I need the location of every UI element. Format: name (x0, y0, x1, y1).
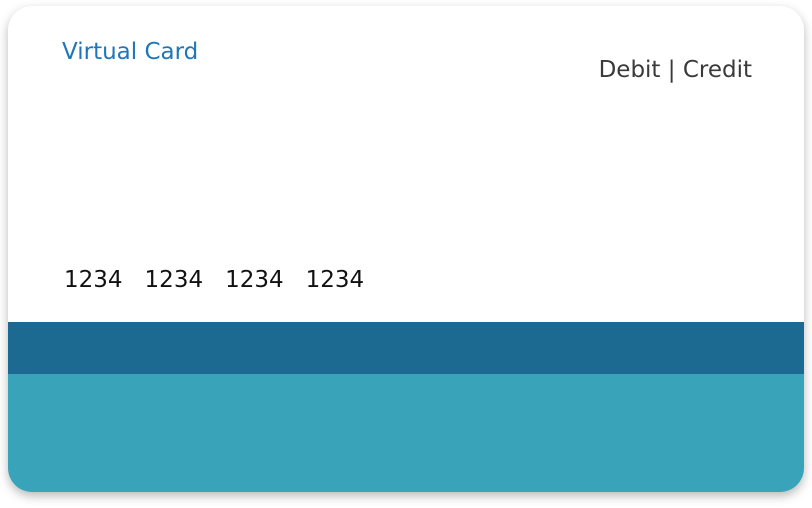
card-number-group-2: 1234 (144, 267, 204, 293)
card-number-group-1: 1234 (64, 267, 123, 293)
card-number-group-4: 1234 (305, 267, 365, 293)
card-band-light (8, 374, 804, 492)
page: Virtual Card Debit | Credit 1234 1234 12… (0, 0, 812, 508)
virtual-card: Virtual Card Debit | Credit 1234 1234 12… (8, 6, 804, 492)
card-title: Virtual Card (62, 39, 199, 65)
card-type-label: Debit | Credit (598, 57, 752, 83)
card-number: 1234 1234 1234 1234 (64, 266, 364, 294)
card-number-group-3: 1234 (225, 267, 284, 293)
card-band-dark (8, 322, 804, 374)
